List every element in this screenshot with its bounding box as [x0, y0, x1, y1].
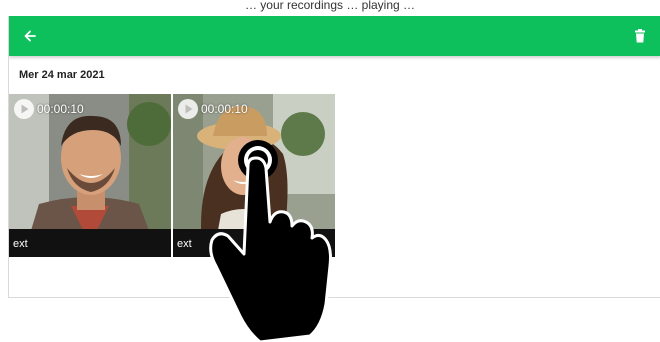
thumbnail-footer [173, 229, 335, 257]
arrow-left-icon [24, 30, 36, 42]
thumbnail-overlay: 00:00:10 [177, 98, 248, 120]
back-button[interactable] [19, 25, 41, 47]
video-source-label: ext [13, 238, 28, 250]
video-duration: 00:00:10 [37, 102, 84, 116]
trash-icon [635, 29, 645, 43]
video-source-label: ext [177, 238, 192, 250]
video-duration: 00:00:10 [201, 102, 248, 116]
delete-button[interactable] [629, 25, 651, 47]
play-icon [178, 99, 198, 119]
video-thumbnail[interactable]: 00:00:10 ext [173, 94, 335, 257]
play-icon [14, 99, 34, 119]
app-screen: Mer 24 mar 2021 00:00:10 ext 00:00:10 ex… [8, 16, 660, 298]
date-header: Mer 24 mar 2021 [19, 69, 105, 81]
video-thumbnail[interactable]: 00:00:10 ext [9, 94, 171, 257]
thumbnail-footer [9, 229, 171, 257]
page-caption: … your recordings … playing … [244, 0, 416, 12]
thumbnail-overlay: 00:00:10 [13, 98, 84, 120]
app-bar [9, 16, 660, 56]
